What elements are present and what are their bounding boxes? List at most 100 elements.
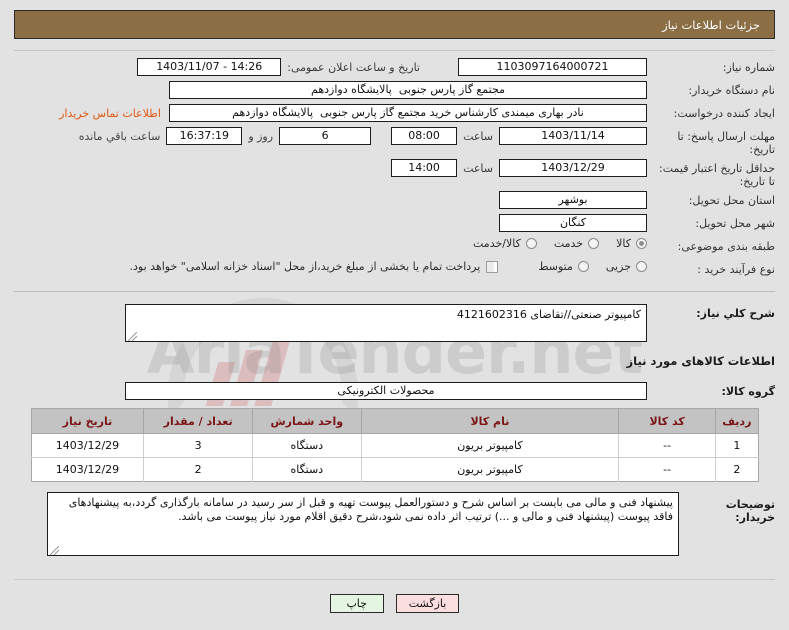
table-row: 1 -- کامپیوتر بریون دستگاه 3 1403/12/29 <box>31 433 758 458</box>
row-need-number: شماره نیاز: تاریخ و ساعت اعلان عمومی: <box>14 58 775 78</box>
remaining-time-input[interactable] <box>166 127 243 145</box>
delivery-province-input[interactable] <box>499 191 647 209</box>
label-price-validity: حداقل تاریخ اعتبار قیمت: تا تاریخ: <box>659 162 775 188</box>
label-price-validity-time: ساعت <box>463 161 493 175</box>
textarea-resize-handle[interactable] <box>127 331 138 341</box>
radio-label-kala-khedmat: کالا/خدمت <box>473 237 521 250</box>
row-subject-classification: طبقه بندی موضوعی: کالا خدمت کالا/خدمت <box>14 237 775 257</box>
col-header-code: کد کالا <box>618 408 716 434</box>
radio-process-motevaset[interactable]: متوسط <box>538 260 589 273</box>
radio-icon-motevaset[interactable] <box>577 261 589 272</box>
treasury-checkbox-icon[interactable] <box>486 260 499 273</box>
row-requester: ایجاد کننده درخواست: اطلاعات تماس خریدار <box>14 104 775 124</box>
radio-subject-kala-khedmat[interactable]: کالا/خدمت <box>473 237 537 250</box>
treasury-checkbox-wrap[interactable]: پرداخت تمام یا بخشی از مبلغ خرید،از محل … <box>130 260 499 273</box>
label-need-summary: شرح کلي نیاز: <box>696 307 775 320</box>
need-number-input[interactable] <box>458 58 647 76</box>
goods-info-section: شرح کلي نیاز: کامپیوتر صنعتی//تقاضای 412… <box>14 291 775 567</box>
page-title: جزئیات اطلاعات نیاز <box>662 17 760 32</box>
need-summary-textarea[interactable]: کامپیوتر صنعتی//تقاضای 4121602316 <box>125 304 647 342</box>
row-delivery-city: شهر محل تحویل: <box>14 214 775 234</box>
cell-unit: دستگاه <box>251 457 362 482</box>
col-header-unit: واحد شمارش <box>251 408 362 434</box>
radio-icon-kala-khedmat[interactable] <box>525 238 537 249</box>
price-validity-time-input[interactable] <box>391 159 458 177</box>
radio-label-jozi: جزیی <box>605 260 631 273</box>
cell-row: 2 <box>715 457 758 482</box>
cell-unit: دستگاه <box>251 433 362 458</box>
col-header-row: ردیف <box>715 408 758 434</box>
items-table-wrap: ردیف کد کالا نام کالا واحد شمارش تعداد /… <box>14 408 775 482</box>
cell-name: کامپیوتر بریون <box>360 433 619 458</box>
page-root: جزئیات اطلاعات نیاز شماره نیاز: تاریخ و … <box>0 10 789 630</box>
row-buyer-org: نام دستگاه خریدار: <box>14 81 775 101</box>
buyer-notes-resize-handle[interactable] <box>49 545 60 555</box>
items-table: ردیف کد کالا نام کالا واحد شمارش تعداد /… <box>30 408 759 482</box>
label-reply-deadline-time: ساعت <box>463 129 493 143</box>
label-delivery-province: استان محل تحویل: <box>688 194 775 207</box>
cell-row: 1 <box>715 433 758 458</box>
subject-classification-radio-group: کالا خدمت کالا/خدمت <box>459 237 647 250</box>
radio-icon-kala[interactable] <box>636 238 647 249</box>
radio-label-kala: کالا <box>616 237 631 250</box>
label-need-number: شماره نیاز: <box>722 61 775 74</box>
row-purchase-process: نوع فرآیند خرید : جزیی متوسط پرداخت تمام… <box>14 260 775 280</box>
treasury-checkbox-label: پرداخت تمام یا بخشی از مبلغ خرید،از محل … <box>129 260 481 273</box>
print-button[interactable]: چاپ <box>329 594 384 613</box>
row-reply-deadline: مهلت ارسال پاسخ: تا تاریخ: ساعت روز و سا… <box>14 127 775 156</box>
row-goods-group: گروه کالا: <box>14 382 775 402</box>
label-requester: ایجاد کننده درخواست: <box>673 107 775 120</box>
cell-qty: 2 <box>143 457 253 482</box>
requester-input[interactable] <box>169 104 647 122</box>
radio-icon-jozi[interactable] <box>636 261 647 272</box>
label-buyer-notes: توضیحات خریدار: <box>725 498 775 524</box>
row-delivery-province: استان محل تحویل: <box>14 191 775 211</box>
purchase-process-radio-group: جزیی متوسط <box>524 260 647 273</box>
table-row: 2 -- کامپیوتر بریون دستگاه 2 1403/12/29 <box>31 457 758 482</box>
label-purchase-process: نوع فرآیند خرید : <box>697 263 775 276</box>
radio-subject-khedmat[interactable]: خدمت <box>553 237 600 250</box>
price-validity-date-input[interactable] <box>499 159 647 177</box>
items-table-header-row: ردیف کد کالا نام کالا واحد شمارش تعداد /… <box>31 408 758 434</box>
back-button[interactable]: بازگشت <box>395 594 460 613</box>
cell-qty: 3 <box>143 433 253 458</box>
radio-label-khedmat: خدمت <box>553 237 584 250</box>
label-buyer-org: نام دستگاه خریدار: <box>688 84 775 97</box>
label-reply-deadline: مهلت ارسال پاسخ: تا تاریخ: <box>677 130 775 156</box>
buyer-notes-textarea[interactable]: پیشنهاد فنی و مالی می بایست بر اساس شرح … <box>47 492 679 556</box>
label-subject-classification: طبقه بندی موضوعی: <box>677 240 775 253</box>
radio-process-jozi[interactable]: جزیی <box>606 260 647 273</box>
cell-code: -- <box>618 433 716 458</box>
row-price-validity: حداقل تاریخ اعتبار قیمت: تا تاریخ: ساعت <box>14 159 775 188</box>
need-summary-value: کامپیوتر صنعتی//تقاضای 4121602316 <box>456 308 641 321</box>
cell-date: 1403/12/29 <box>31 457 144 482</box>
buyer-org-input[interactable] <box>169 81 647 99</box>
row-need-summary: شرح کلي نیاز: کامپیوتر صنعتی//تقاضای 412… <box>14 304 775 342</box>
col-header-name: نام کالا <box>360 408 619 434</box>
buyer-contact-link[interactable]: اطلاعات تماس خریدار <box>59 107 161 120</box>
cell-date: 1403/12/29 <box>31 433 144 458</box>
remaining-days-input[interactable] <box>279 127 372 145</box>
radio-subject-kala[interactable]: کالا <box>616 237 647 250</box>
delivery-city-input[interactable] <box>499 214 647 232</box>
label-public-announcement: تاریخ و ساعت اعلان عمومی: <box>287 60 420 74</box>
public-announcement-input[interactable] <box>137 58 282 76</box>
reply-deadline-date-input[interactable] <box>499 127 647 145</box>
col-header-qty: تعداد / مقدار <box>143 408 253 434</box>
radio-icon-khedmat[interactable] <box>588 238 600 249</box>
label-goods-group: گروه کالا: <box>721 385 775 398</box>
row-buyer-notes: توضیحات خریدار: پیشنهاد فنی و مالی می با… <box>14 492 775 556</box>
buyer-notes-value: پیشنهاد فنی و مالی می بایست بر اساس شرح … <box>68 496 673 523</box>
reply-deadline-time-input[interactable] <box>391 127 458 145</box>
need-info-section: شماره نیاز: تاریخ و ساعت اعلان عمومی: نا… <box>14 50 775 280</box>
col-header-date: تاریخ نیاز <box>31 408 144 434</box>
goods-section-title: اطلاعات کالاهای مورد نیاز <box>626 354 775 368</box>
row-goods-section-title: اطلاعات کالاهای مورد نیاز <box>14 352 775 372</box>
goods-group-input[interactable] <box>125 382 647 400</box>
label-remaining-days: روز و <box>248 129 274 143</box>
bottom-divider <box>14 579 775 580</box>
label-remaining-time: ساعت باقي مانده <box>78 129 161 143</box>
action-button-bar: بازگشت چاپ <box>0 594 789 613</box>
radio-label-motevaset: متوسط <box>538 260 573 273</box>
page-title-bar: جزئیات اطلاعات نیاز <box>14 10 775 39</box>
